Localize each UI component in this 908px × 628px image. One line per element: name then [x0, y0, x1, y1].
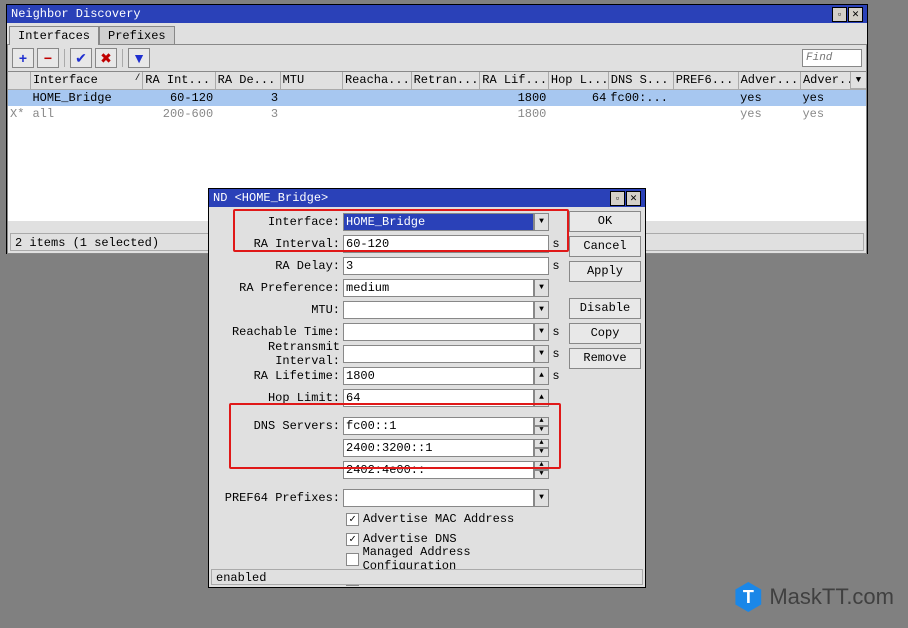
copy-button[interactable]: Copy: [569, 323, 641, 344]
col-pref[interactable]: PREF6...: [673, 72, 738, 89]
ra-pref-field[interactable]: medium: [343, 279, 534, 297]
disable-button[interactable]: ✖: [95, 48, 117, 68]
checkbox-icon[interactable]: ✓: [346, 513, 359, 526]
toolbar: + − ✔ ✖ ▼: [8, 45, 866, 71]
chevron-down-icon[interactable]: ▼: [534, 301, 549, 319]
row-mtu: MTU: ▼: [213, 299, 563, 320]
pref64-field[interactable]: [343, 489, 534, 507]
table-row[interactable]: HOME_Bridge 60-120 3 1800 64 fc00:... ye…: [8, 89, 866, 106]
dialog-form: Interface: HOME_Bridge ▼ RA Interval: 60…: [213, 211, 563, 565]
col-retr[interactable]: Retran...: [411, 72, 480, 89]
grid-header-row[interactable]: Interface / RA Int... RA De... MTU Reach…: [8, 72, 866, 89]
watermark-text: MaskTT.com: [769, 584, 894, 610]
col-dns[interactable]: DNS S...: [608, 72, 673, 89]
main-titlebar: Neighbor Discovery ▫ ✕: [7, 5, 867, 23]
label-ra-delay: RA Delay:: [213, 259, 343, 273]
label-reach: Reachable Time:: [213, 325, 343, 339]
annotation-highlight: [233, 209, 569, 252]
col-hop[interactable]: Hop L...: [548, 72, 608, 89]
checkbox-icon[interactable]: ✓: [346, 533, 359, 546]
disable-button[interactable]: Disable: [569, 298, 641, 319]
dialog-titlebar: ND <HOME_Bridge> ▫ ✕: [209, 189, 645, 207]
ra-life-field[interactable]: 1800: [343, 367, 534, 385]
col-ra-int[interactable]: RA Int...: [143, 72, 215, 89]
find-input[interactable]: [802, 49, 862, 67]
annotation-highlight: [229, 403, 561, 469]
dialog-status: enabled: [211, 569, 643, 585]
cb-adv-dns-label: Advertise DNS: [363, 532, 457, 546]
tab-prefixes[interactable]: Prefixes: [99, 26, 175, 45]
nd-dialog: ND <HOME_Bridge> ▫ ✕ Interface: HOME_Bri…: [208, 188, 646, 588]
apply-button[interactable]: Apply: [569, 261, 641, 282]
checkbox-icon[interactable]: [346, 553, 359, 566]
col-interface[interactable]: Interface /: [30, 72, 142, 89]
cb-adv-mac-label: Advertise MAC Address: [363, 512, 514, 526]
watermark: T MaskTT.com: [733, 582, 894, 612]
col-mtu[interactable]: MTU: [280, 72, 342, 89]
cancel-button[interactable]: Cancel: [569, 236, 641, 257]
reach-field[interactable]: [343, 323, 534, 341]
col-mark[interactable]: [8, 72, 30, 89]
unit-s: s: [549, 369, 563, 383]
row-ra-delay: RA Delay: 3 s: [213, 255, 563, 276]
label-retr: Retransmit Interval:: [213, 340, 343, 368]
remove-button[interactable]: −: [37, 48, 59, 68]
chevron-up-icon[interactable]: ▲: [534, 367, 549, 385]
col-ra-life[interactable]: RA Lif...: [480, 72, 549, 89]
minimize-icon[interactable]: ▫: [610, 191, 625, 206]
dialog-buttons: OK Cancel Apply Disable Copy Remove: [569, 211, 641, 565]
mtu-field[interactable]: [343, 301, 534, 319]
chevron-down-icon[interactable]: ▼: [534, 345, 549, 363]
ra-delay-field[interactable]: 3: [343, 257, 549, 275]
cb-adv-mac[interactable]: ✓ Advertise MAC Address: [213, 509, 563, 529]
watermark-icon: T: [733, 582, 763, 612]
retr-field[interactable]: [343, 345, 534, 363]
chevron-down-icon[interactable]: ▼: [534, 323, 549, 341]
ok-button[interactable]: OK: [569, 211, 641, 232]
filter-button[interactable]: ▼: [128, 48, 150, 68]
remove-button[interactable]: Remove: [569, 348, 641, 369]
cb-managed[interactable]: Managed Address Configuration: [213, 549, 563, 569]
unit-s: s: [549, 347, 563, 361]
tabs: Interfaces Prefixes: [9, 25, 867, 44]
dialog-title: ND <HOME_Bridge>: [213, 189, 328, 207]
label-ra-pref: RA Preference:: [213, 281, 343, 295]
label-pref64: PREF64 Prefixes:: [213, 491, 343, 505]
chevron-down-icon[interactable]: ▼: [534, 489, 549, 507]
label-ra-life: RA Lifetime:: [213, 369, 343, 383]
table-row[interactable]: X* all 200-600 3 1800 yes yes: [8, 106, 866, 122]
column-menu-icon[interactable]: ▼: [850, 72, 866, 89]
enable-button[interactable]: ✔: [70, 48, 92, 68]
row-retr: Retransmit Interval: ▼ s: [213, 343, 563, 364]
row-pref64: PREF64 Prefixes: ▼: [213, 487, 563, 508]
add-button[interactable]: +: [12, 48, 34, 68]
col-reach[interactable]: Reacha...: [342, 72, 411, 89]
label-mtu: MTU:: [213, 303, 343, 317]
col-adv1[interactable]: Adver...: [738, 72, 800, 89]
row-ra-pref: RA Preference: medium ▼: [213, 277, 563, 298]
separator: [122, 49, 123, 67]
separator: [64, 49, 65, 67]
unit-s: s: [549, 259, 563, 273]
tab-interfaces[interactable]: Interfaces: [9, 26, 99, 45]
close-icon[interactable]: ✕: [848, 7, 863, 22]
close-icon[interactable]: ✕: [626, 191, 641, 206]
row-ra-life: RA Lifetime: 1800 ▲ s: [213, 365, 563, 386]
unit-s: s: [549, 325, 563, 339]
chevron-down-icon[interactable]: ▼: [534, 279, 549, 297]
main-title: Neighbor Discovery: [11, 5, 141, 23]
minimize-icon[interactable]: ▫: [832, 7, 847, 22]
col-ra-de[interactable]: RA De...: [215, 72, 280, 89]
